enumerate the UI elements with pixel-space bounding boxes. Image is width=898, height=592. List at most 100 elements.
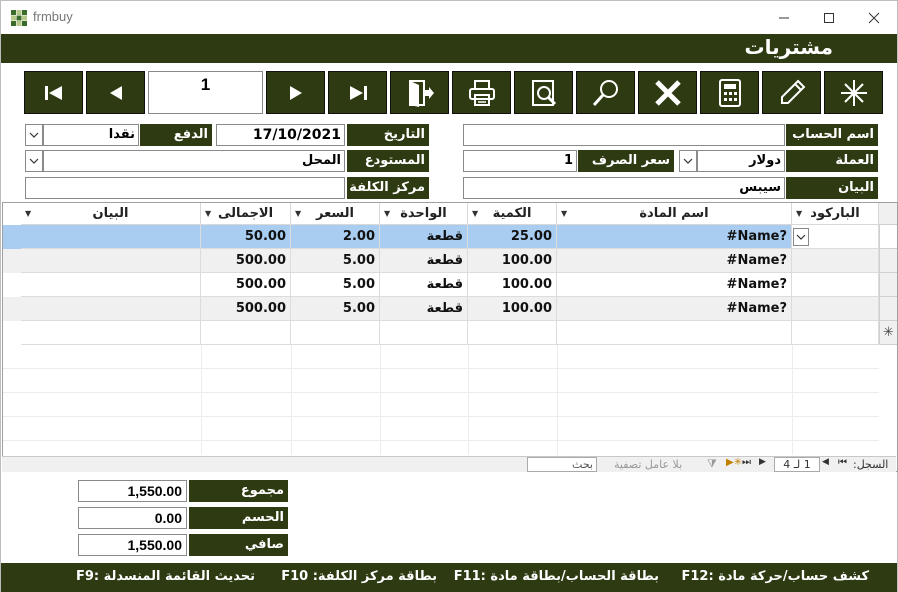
exchange-rate-field[interactable]: 1 [463,150,577,172]
cell-total[interactable]: 50.00 [201,225,291,249]
next-record-button[interactable] [266,71,325,114]
table-row[interactable]: 500.00 5.00 قطعة 100.00 #Name? [3,297,879,321]
cell-barcode[interactable] [792,249,879,273]
new-record-button[interactable] [824,71,883,114]
cell-barcode[interactable] [792,225,879,249]
cell-quantity[interactable] [468,321,557,345]
discount-field[interactable]: 0.00 [78,507,187,529]
maximize-button[interactable] [807,1,851,34]
print-preview-button[interactable] [514,71,573,114]
row-selector[interactable] [879,225,897,249]
delete-x-icon [654,79,681,106]
cell-item-name[interactable]: #Name? [557,273,792,297]
cell-quantity[interactable]: 100.00 [468,297,557,321]
cell-price[interactable]: 5.00 [291,297,380,321]
nav-new-icon[interactable]: ▶✳ [726,457,742,468]
cell-price[interactable]: 2.00 [291,225,380,249]
payment-dropdown-button[interactable] [25,124,43,146]
nav-first-icon[interactable]: ⏮ [838,457,847,468]
column-header-label: اسم المادة [639,206,709,221]
warehouse-dropdown-button[interactable] [25,150,43,172]
table-row[interactable]: 500.00 5.00 قطعة 100.00 #Name? [3,273,879,297]
cell-item-name[interactable]: #Name? [557,225,792,249]
sort-arrow-icon: ▼ [384,209,391,218]
close-button[interactable] [852,1,896,34]
cell-quantity[interactable]: 25.00 [468,225,557,249]
cell-unit[interactable] [380,321,468,345]
cell-total[interactable]: 500.00 [201,249,291,273]
cell-quantity[interactable]: 100.00 [468,273,557,297]
cell-total[interactable] [201,321,291,345]
delete-button[interactable] [638,71,697,114]
cell-price[interactable]: 5.00 [291,273,380,297]
column-header-total[interactable]: الاجمالى ▼ [201,203,291,225]
column-header-quantity[interactable]: الكمية ▼ [468,203,557,225]
edit-button[interactable] [762,71,821,114]
cell-item-name[interactable] [557,321,792,345]
date-field[interactable]: 17/10/2021 [216,124,345,146]
column-header-price[interactable]: السعر ▼ [291,203,380,225]
cell-price[interactable]: 5.00 [291,249,380,273]
account-name-field[interactable] [463,124,785,146]
new-row-icon[interactable]: ✳ [879,321,897,345]
row-selector[interactable] [879,249,897,273]
print-button[interactable] [452,71,511,114]
cell-price[interactable] [291,321,380,345]
table-row[interactable]: 50.00 2.00 قطعة 25.00 #Name? [3,225,879,249]
cell-item-name[interactable]: #Name? [557,249,792,273]
cell-total[interactable]: 500.00 [201,297,291,321]
cell-total[interactable]: 500.00 [201,273,291,297]
cell-unit[interactable]: قطعة [380,297,468,321]
cell-barcode[interactable] [792,321,879,345]
table-row[interactable]: 500.00 5.00 قطعة 100.00 #Name? [3,249,879,273]
account-name-label: اسم الحساب [786,124,878,146]
cell-description[interactable] [21,225,201,249]
column-header-barcode[interactable]: الباركود ▼ [792,203,879,225]
previous-record-icon [109,85,122,100]
currency-label: العملة [786,150,878,172]
row-selector[interactable] [879,273,897,297]
new-table-row[interactable] [3,321,879,345]
search-input[interactable]: بحث [527,457,597,472]
cell-barcode[interactable] [792,297,879,321]
statement-field[interactable]: سيبس [463,177,785,199]
column-header-unit[interactable]: الواحدة ▼ [380,203,468,225]
filter-icon[interactable]: ⧩ [707,457,717,471]
cell-description[interactable] [21,297,201,321]
minimize-button[interactable] [762,1,806,34]
cell-barcode[interactable] [792,273,879,297]
barcode-dropdown-button[interactable] [793,228,809,246]
search-button[interactable] [576,71,635,114]
cell-description[interactable] [21,249,201,273]
nav-prev-icon[interactable]: ◀ [822,457,829,467]
shortcut-f9: تحديث القائمة المنسدلة :F9 [75,569,255,584]
currency-select[interactable]: دولار [697,150,785,172]
exit-button[interactable] [390,71,449,114]
payment-select[interactable]: نقدا [43,124,139,146]
cell-item-name[interactable]: #Name? [557,297,792,321]
record-number-field[interactable]: 1 [148,71,263,114]
cell-description[interactable] [21,321,201,345]
nav-next-icon[interactable]: ▶ [759,457,766,467]
previous-record-button[interactable] [86,71,145,114]
cell-unit[interactable]: قطعة [380,225,468,249]
last-record-button[interactable] [328,71,387,114]
column-header-description[interactable]: البيان ▼ [21,203,201,225]
cost-center-field[interactable] [25,177,345,199]
cell-unit[interactable]: قطعة [380,273,468,297]
cell-quantity[interactable]: 100.00 [468,249,557,273]
first-record-button[interactable] [24,71,83,114]
filter-status[interactable]: بلا عامل تصفية [614,458,682,471]
row-selector[interactable] [879,297,897,321]
invoice-total-field[interactable]: 1,550.00 [78,480,187,502]
cell-description[interactable] [21,273,201,297]
calculator-button[interactable] [700,71,759,114]
column-header-item-name[interactable]: اسم المادة ▼ [557,203,792,225]
currency-dropdown-button[interactable] [679,150,697,172]
net-total-field[interactable]: 1,550.00 [78,534,187,556]
cell-unit[interactable]: قطعة [380,249,468,273]
grid-corner [879,203,897,225]
record-position-field[interactable]: 1 لـ 4 [774,457,820,472]
warehouse-select[interactable]: المحل [43,150,345,172]
nav-last-icon[interactable]: ⏭ [742,457,751,468]
